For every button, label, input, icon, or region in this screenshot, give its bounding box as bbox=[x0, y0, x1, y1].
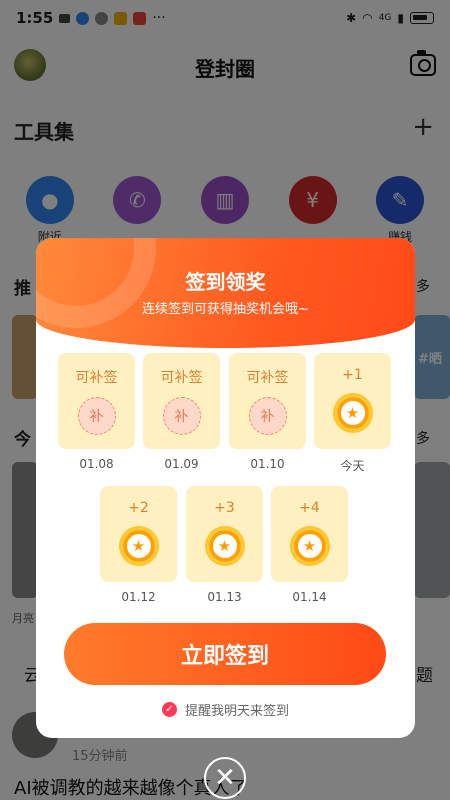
day-card-label: +2 bbox=[128, 500, 149, 516]
checkbox-checked-icon[interactable]: ✓ bbox=[161, 702, 177, 717]
day-card[interactable]: 可补签补 bbox=[229, 353, 306, 449]
day-card-label: +4 bbox=[299, 500, 320, 516]
makeup-badge-icon: 补 bbox=[77, 397, 116, 435]
day-date: 01.08 bbox=[79, 457, 114, 471]
close-button[interactable]: ✕ bbox=[204, 757, 246, 799]
day-card[interactable]: +1 ★ bbox=[314, 353, 391, 449]
day-date: 01.09 bbox=[164, 457, 199, 471]
signin-button[interactable]: 立即签到 bbox=[64, 623, 386, 685]
day-card-label: 可补签 bbox=[75, 370, 118, 386]
star-icon: ★ bbox=[212, 534, 237, 558]
remind-label: 提醒我明天来签到 bbox=[184, 704, 289, 719]
coin-icon: ★ bbox=[332, 393, 373, 433]
makeup-badge-icon: 补 bbox=[248, 397, 287, 435]
day-date: 01.12 bbox=[121, 590, 156, 604]
day-date: 01.13 bbox=[207, 590, 242, 604]
day-card-label: +1 bbox=[342, 367, 363, 383]
coin-icon: ★ bbox=[289, 526, 330, 566]
day-card-label: 可补签 bbox=[160, 370, 203, 386]
coin-icon: ★ bbox=[118, 526, 159, 566]
makeup-badge-icon: 补 bbox=[162, 397, 201, 435]
star-icon: ★ bbox=[297, 534, 322, 558]
day-card-label: +3 bbox=[214, 500, 235, 516]
day-date: 01.10 bbox=[250, 457, 285, 471]
modal-title: 签到领奖 bbox=[185, 270, 266, 294]
day-card-label: 可补签 bbox=[246, 370, 289, 386]
star-icon: ★ bbox=[126, 534, 151, 558]
day-date: 01.14 bbox=[292, 590, 327, 604]
modal-header: 签到领奖 连续签到可获得抽奖机会哦~ bbox=[36, 238, 415, 348]
coin-icon: ★ bbox=[204, 526, 245, 566]
day-card[interactable]: 可补签补 bbox=[58, 353, 135, 449]
day-card[interactable]: +3 ★ bbox=[186, 486, 263, 582]
modal-subtitle: 连续签到可获得抽奖机会哦~ bbox=[142, 302, 309, 317]
remind-row[interactable]: ✓ 提醒我明天来签到 bbox=[36, 700, 415, 719]
day-card[interactable]: +4 ★ bbox=[271, 486, 348, 582]
day-date: 今天 bbox=[340, 459, 365, 473]
day-card[interactable]: 可补签补 bbox=[143, 353, 220, 449]
day-card[interactable]: +2 ★ bbox=[100, 486, 177, 582]
signin-modal: 签到领奖 连续签到可获得抽奖机会哦~ 可补签补 01.08 可补签补 01.09 可补签… bbox=[36, 238, 415, 738]
star-icon: ★ bbox=[340, 401, 365, 425]
